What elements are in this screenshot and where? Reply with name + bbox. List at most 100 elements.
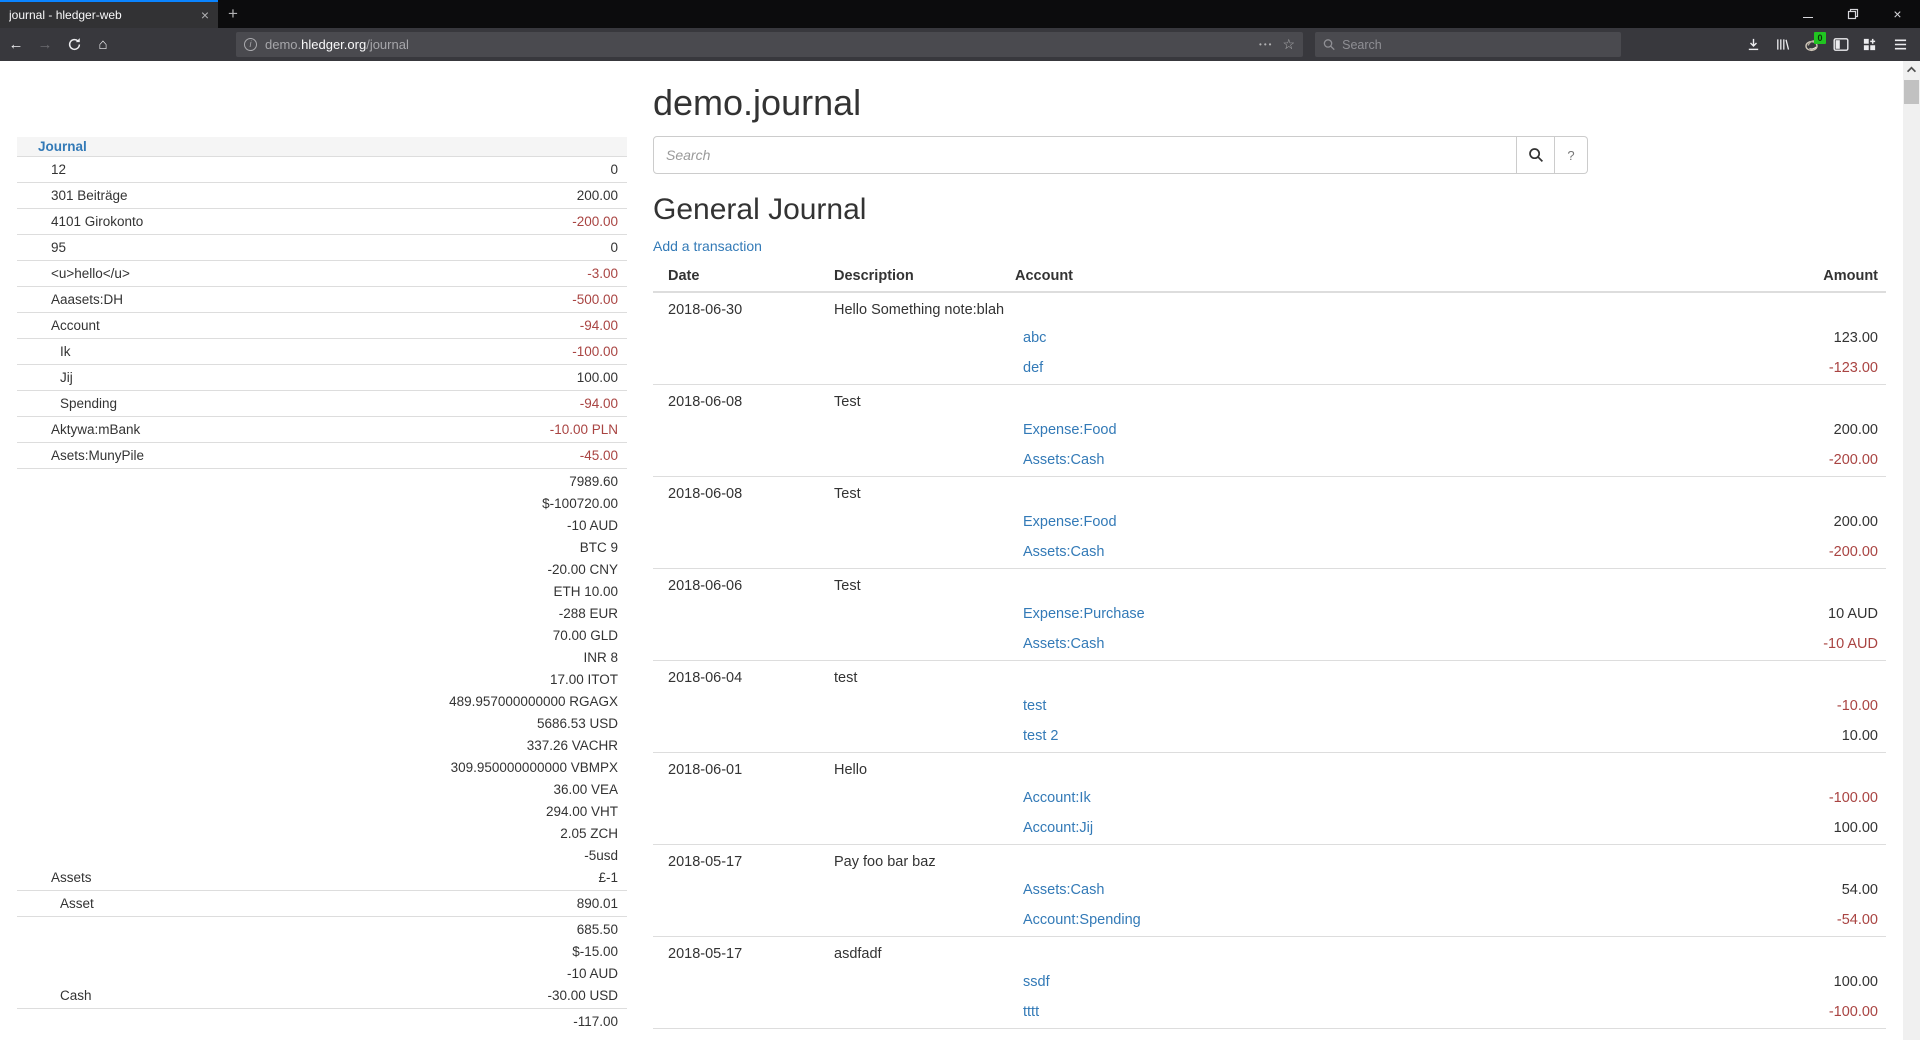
url-domain: hledger.org bbox=[301, 37, 366, 52]
search-help-button[interactable]: ? bbox=[1555, 136, 1588, 174]
sidebar-account-link[interactable]: <u>hello</u> bbox=[51, 266, 130, 281]
account-balance: -45.00 bbox=[271, 445, 618, 467]
posting-account-link[interactable]: ssdf bbox=[1015, 974, 1050, 990]
posting-amount: -200.00 bbox=[1686, 446, 1886, 477]
site-info-icon[interactable]: i bbox=[244, 38, 257, 51]
highlights-grid-button[interactable] bbox=[1855, 31, 1884, 59]
new-tab-button[interactable]: + bbox=[218, 0, 248, 28]
journal-header-row: Date Description Account Amount bbox=[653, 263, 1886, 292]
sidebar-account-link[interactable]: Ik bbox=[60, 344, 71, 359]
scrollbar-thumb[interactable] bbox=[1904, 80, 1919, 104]
window-restore-button[interactable] bbox=[1830, 0, 1875, 28]
transaction-title-row[interactable]: 2018-05-17Test bbox=[653, 1029, 1886, 1040]
transaction-description: Test bbox=[819, 477, 1686, 509]
page-scrollbar[interactable] bbox=[1903, 61, 1920, 1040]
posting-account-link[interactable]: Assets:Cash bbox=[1015, 544, 1104, 560]
sidebar-account-link[interactable]: Asets:MunyPile bbox=[51, 448, 144, 463]
sidebar-account-link[interactable]: Spending bbox=[60, 396, 117, 411]
posting-amount: 123.00 bbox=[1686, 324, 1886, 354]
bookmark-star-icon[interactable]: ☆ bbox=[1282, 36, 1295, 53]
library-button[interactable] bbox=[1768, 31, 1797, 59]
posting-account-link[interactable]: Assets:Cash bbox=[1015, 636, 1104, 652]
sidebar-journal-link[interactable]: Journal bbox=[38, 139, 87, 154]
posting-account-link[interactable]: tttt bbox=[1015, 1004, 1039, 1020]
menu-button[interactable] bbox=[1886, 31, 1915, 59]
posting-account-link[interactable]: Assets:Cash bbox=[1015, 882, 1104, 898]
library-icon bbox=[1775, 37, 1790, 52]
transaction: 2018-06-30Hello Something note:blah abc 12… bbox=[653, 292, 1886, 385]
account-balance: $-100720.00 bbox=[271, 493, 618, 515]
back-button[interactable]: ← bbox=[2, 31, 30, 59]
posting-account-link[interactable]: Expense:Food bbox=[1015, 514, 1117, 530]
sidebar-account-link[interactable]: Assets bbox=[51, 870, 92, 885]
posting-account-link[interactable]: Expense:Purchase bbox=[1015, 606, 1145, 622]
browser-search-input[interactable] bbox=[1342, 38, 1613, 52]
transaction-title-row[interactable]: 2018-06-01Hello bbox=[653, 753, 1886, 785]
browser-search-bar[interactable] bbox=[1315, 32, 1621, 57]
reload-button[interactable] bbox=[60, 31, 88, 59]
search-icon bbox=[1528, 147, 1544, 163]
transaction-title-row[interactable]: 2018-05-17asdfadf bbox=[653, 937, 1886, 969]
sidebar-account-row: Aktywa:mBank-10.00 PLN bbox=[17, 417, 627, 443]
posting-row: Expense:Purchase10 AUD bbox=[653, 600, 1886, 630]
transaction-date: 2018-06-04 bbox=[653, 661, 819, 693]
sidebar-account-link[interactable]: 4101 Girokonto bbox=[51, 214, 143, 229]
account-balance: INR 8 bbox=[271, 647, 618, 669]
download-button[interactable] bbox=[1739, 31, 1768, 59]
posting-account-link[interactable]: abc bbox=[1015, 330, 1046, 346]
transaction-date: 2018-05-17 bbox=[653, 1029, 819, 1040]
account-balance: -30.00 USD bbox=[271, 985, 618, 1007]
sidebar-account-link[interactable]: Account bbox=[51, 318, 100, 333]
posting-account-link[interactable]: Account:Spending bbox=[1015, 912, 1141, 928]
extension-icon[interactable]: 0 bbox=[1797, 31, 1826, 59]
restore-icon bbox=[1847, 8, 1859, 20]
account-balance: 2.05 ZCH bbox=[271, 823, 618, 845]
sidebar-account-link[interactable]: 95 bbox=[51, 240, 66, 255]
sidebar-account-link[interactable]: Cash bbox=[60, 988, 92, 1003]
posting-amount: -123.00 bbox=[1686, 354, 1886, 385]
sidebar-toggle-button[interactable] bbox=[1826, 31, 1855, 59]
add-transaction-link[interactable]: Add a transaction bbox=[653, 238, 762, 254]
posting-amount: 100.00 bbox=[1686, 814, 1886, 845]
scrollbar-up-arrow[interactable] bbox=[1903, 61, 1920, 78]
sidebar-account-link[interactable]: Asset bbox=[60, 896, 94, 911]
window-minimize-button[interactable] bbox=[1785, 0, 1830, 28]
minimize-icon bbox=[1803, 17, 1813, 18]
posting-account-link[interactable]: Expense:Food bbox=[1015, 422, 1117, 438]
url-text: demo.hledger.org/journal bbox=[265, 37, 1259, 52]
forward-button[interactable]: → bbox=[31, 31, 59, 59]
sidebar-account-link[interactable]: 301 Beiträge bbox=[51, 188, 128, 203]
posting-account-link[interactable]: Account:Ik bbox=[1015, 790, 1091, 806]
transaction-date: 2018-06-06 bbox=[653, 569, 819, 601]
transaction-title-row[interactable]: 2018-06-08Test bbox=[653, 385, 1886, 417]
posting-account-link[interactable]: def bbox=[1015, 360, 1043, 376]
posting-account-link[interactable]: test 2 bbox=[1015, 728, 1058, 744]
account-balance: 5686.53 USD bbox=[271, 713, 618, 735]
transaction: 2018-06-01HelloAccount:Ik-100.00Account:… bbox=[653, 753, 1886, 845]
page-actions-icon[interactable]: ••• bbox=[1259, 40, 1273, 49]
url-bar[interactable]: i demo.hledger.org/journal ••• ☆ bbox=[236, 32, 1303, 57]
window-close-button[interactable]: × bbox=[1875, 0, 1920, 28]
sidebar-account-link[interactable]: 12 bbox=[51, 162, 66, 177]
transaction-title-row[interactable]: 2018-06-30Hello Something note:blah bbox=[653, 292, 1886, 324]
transaction-description: asdfadf bbox=[819, 937, 1686, 969]
sidebar-account-link[interactable]: Jij bbox=[60, 370, 73, 385]
transaction-title-row[interactable]: 2018-06-04test bbox=[653, 661, 1886, 693]
posting-account-link[interactable]: Assets:Cash bbox=[1015, 452, 1104, 468]
posting-amount: 54.00 bbox=[1686, 876, 1886, 906]
transaction-title-row[interactable]: 2018-05-17Pay foo bar baz bbox=[653, 845, 1886, 877]
browser-tab[interactable]: journal - hledger-web × bbox=[0, 0, 218, 28]
home-button[interactable]: ⌂ bbox=[89, 31, 117, 59]
tab-close-icon[interactable]: × bbox=[201, 8, 209, 22]
transaction-title-row[interactable]: 2018-06-08Test bbox=[653, 477, 1886, 509]
sidebar-account-link[interactable]: Aktywa:mBank bbox=[51, 422, 140, 437]
journal-search-button[interactable] bbox=[1517, 136, 1555, 174]
posting-account-link[interactable]: Account:Jij bbox=[1015, 820, 1093, 836]
journal-search-input[interactable] bbox=[653, 136, 1517, 174]
posting-account-link[interactable]: test bbox=[1015, 698, 1046, 714]
posting-row: abc 123.00 bbox=[653, 324, 1886, 354]
sidebar-account-link[interactable]: Aaasets:DH bbox=[51, 292, 123, 307]
account-balance: 685.50 bbox=[271, 919, 618, 941]
transaction-title-row[interactable]: 2018-06-06Test bbox=[653, 569, 1886, 601]
account-balance: -5usd bbox=[271, 845, 618, 867]
